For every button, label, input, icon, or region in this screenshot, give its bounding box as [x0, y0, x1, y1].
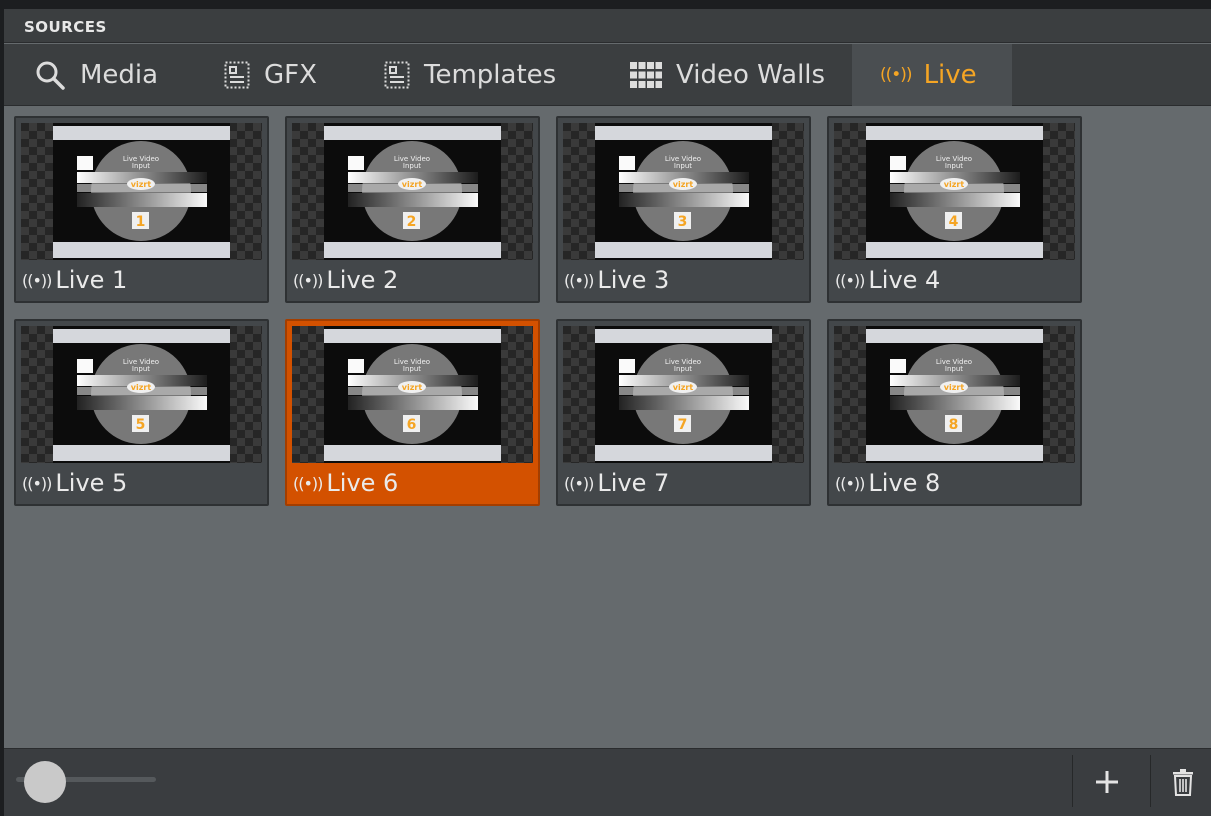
tab-templates[interactable]: Templates	[384, 44, 556, 106]
tab-gfx[interactable]: GFX	[224, 44, 317, 106]
panel-header: SOURCES	[4, 9, 1211, 43]
source-thumbnail: Live Video Input vizrt 3	[563, 123, 804, 260]
tab-templates-label: Templates	[424, 60, 557, 90]
source-tile[interactable]: Live Video Input vizrt 6 ((•)) Live 6	[285, 319, 540, 506]
tab-bar: Media GFX Templates Video Walls ((•)) Li…	[4, 44, 1211, 106]
tab-media[interactable]: Media	[34, 44, 158, 106]
templates-icon	[384, 61, 410, 89]
svg-text:Input: Input	[674, 162, 692, 170]
source-tile[interactable]: Live Video Input vizrt 4 ((•)) Live 4	[827, 116, 1082, 303]
svg-text:vizrt: vizrt	[944, 383, 965, 392]
svg-text:Input: Input	[403, 365, 421, 373]
panel-title: SOURCES	[24, 18, 107, 36]
svg-text:vizrt: vizrt	[402, 383, 423, 392]
source-name: Live 3	[597, 266, 670, 294]
source-thumbnail: Live Video Input vizrt 2	[292, 123, 533, 260]
tab-gfx-label: GFX	[264, 60, 317, 90]
svg-text:8: 8	[949, 417, 959, 433]
source-tile[interactable]: Live Video Input vizrt 7 ((•)) Live 7	[556, 319, 811, 506]
tab-live-label: Live	[923, 60, 977, 90]
live-icon: ((•))	[22, 270, 52, 290]
gfx-icon	[224, 61, 250, 89]
source-thumbnail: Live Video Input vizrt 6	[292, 326, 533, 463]
svg-text:6: 6	[407, 417, 417, 433]
source-label: ((•)) Live 6	[293, 469, 398, 497]
live-icon: ((•))	[564, 473, 594, 493]
source-name: Live 1	[55, 266, 128, 294]
source-tile[interactable]: Live Video Input vizrt 5 ((•)) Live 5	[14, 319, 269, 506]
source-tile[interactable]: Live Video Input vizrt 8 ((•)) Live 8	[827, 319, 1082, 506]
source-thumbnail: Live Video Input vizrt 1	[21, 123, 262, 260]
source-tile[interactable]: Live Video Input vizrt 3 ((•)) Live 3	[556, 116, 811, 303]
svg-text:Input: Input	[132, 365, 150, 373]
live-icon: ((•))	[880, 65, 913, 85]
footer-divider	[1150, 755, 1151, 807]
source-name: Live 6	[326, 469, 399, 497]
source-name: Live 7	[597, 469, 670, 497]
tab-media-label: Media	[80, 60, 159, 90]
footer-bar	[4, 748, 1211, 816]
add-source-button[interactable]	[1077, 757, 1137, 807]
zoom-slider-knob[interactable]	[24, 761, 66, 803]
search-icon	[36, 61, 65, 90]
source-tile[interactable]: Live Video Input vizrt 2 ((•)) Live 2	[285, 116, 540, 303]
live-icon: ((•))	[564, 270, 594, 290]
tab-video-walls[interactable]: Video Walls	[630, 44, 825, 106]
svg-text:vizrt: vizrt	[131, 383, 152, 392]
source-thumbnail: Live Video Input vizrt 7	[563, 326, 804, 463]
svg-text:vizrt: vizrt	[402, 180, 423, 189]
source-tile[interactable]: Live Video Input vizrt 1 ((•)) Live 1	[14, 116, 269, 303]
source-name: Live 8	[868, 469, 941, 497]
video-wall-icon	[630, 62, 662, 88]
source-thumbnail: Live Video Input vizrt 4	[834, 123, 1075, 260]
delete-source-button[interactable]	[1158, 757, 1208, 807]
live-icon: ((•))	[293, 270, 323, 290]
svg-text:1: 1	[136, 214, 146, 230]
plus-icon	[1096, 771, 1118, 793]
tab-video-walls-label: Video Walls	[676, 60, 826, 90]
sources-panel: SOURCES Media GFX Templates Video Walls …	[4, 9, 1211, 816]
svg-text:vizrt: vizrt	[131, 180, 152, 189]
source-label: ((•)) Live 4	[835, 266, 940, 294]
svg-text:3: 3	[678, 214, 688, 230]
source-name: Live 5	[55, 469, 128, 497]
source-name: Live 4	[868, 266, 941, 294]
svg-text:2: 2	[407, 214, 417, 230]
svg-text:7: 7	[678, 417, 688, 433]
svg-text:5: 5	[136, 417, 146, 433]
svg-text:vizrt: vizrt	[673, 383, 694, 392]
svg-text:Input: Input	[132, 162, 150, 170]
source-label: ((•)) Live 5	[22, 469, 127, 497]
source-label: ((•)) Live 1	[22, 266, 127, 294]
svg-text:4: 4	[949, 214, 959, 230]
tab-live[interactable]: ((•)) Live	[852, 44, 1012, 106]
svg-text:Input: Input	[945, 365, 963, 373]
trash-icon	[1173, 769, 1193, 796]
source-label: ((•)) Live 7	[564, 469, 669, 497]
live-icon: ((•))	[22, 473, 52, 493]
svg-text:Input: Input	[674, 365, 692, 373]
source-thumbnail: Live Video Input vizrt 8	[834, 326, 1075, 463]
svg-text:vizrt: vizrt	[673, 180, 694, 189]
svg-text:vizrt: vizrt	[944, 180, 965, 189]
source-label: ((•)) Live 3	[564, 266, 669, 294]
live-icon: ((•))	[835, 473, 865, 493]
source-name: Live 2	[326, 266, 399, 294]
live-icon: ((•))	[835, 270, 865, 290]
live-icon: ((•))	[293, 473, 323, 493]
footer-divider	[1072, 755, 1073, 807]
source-thumbnail: Live Video Input vizrt 5	[21, 326, 262, 463]
svg-text:Input: Input	[945, 162, 963, 170]
source-label: ((•)) Live 2	[293, 266, 398, 294]
svg-text:Input: Input	[403, 162, 421, 170]
source-label: ((•)) Live 8	[835, 469, 940, 497]
